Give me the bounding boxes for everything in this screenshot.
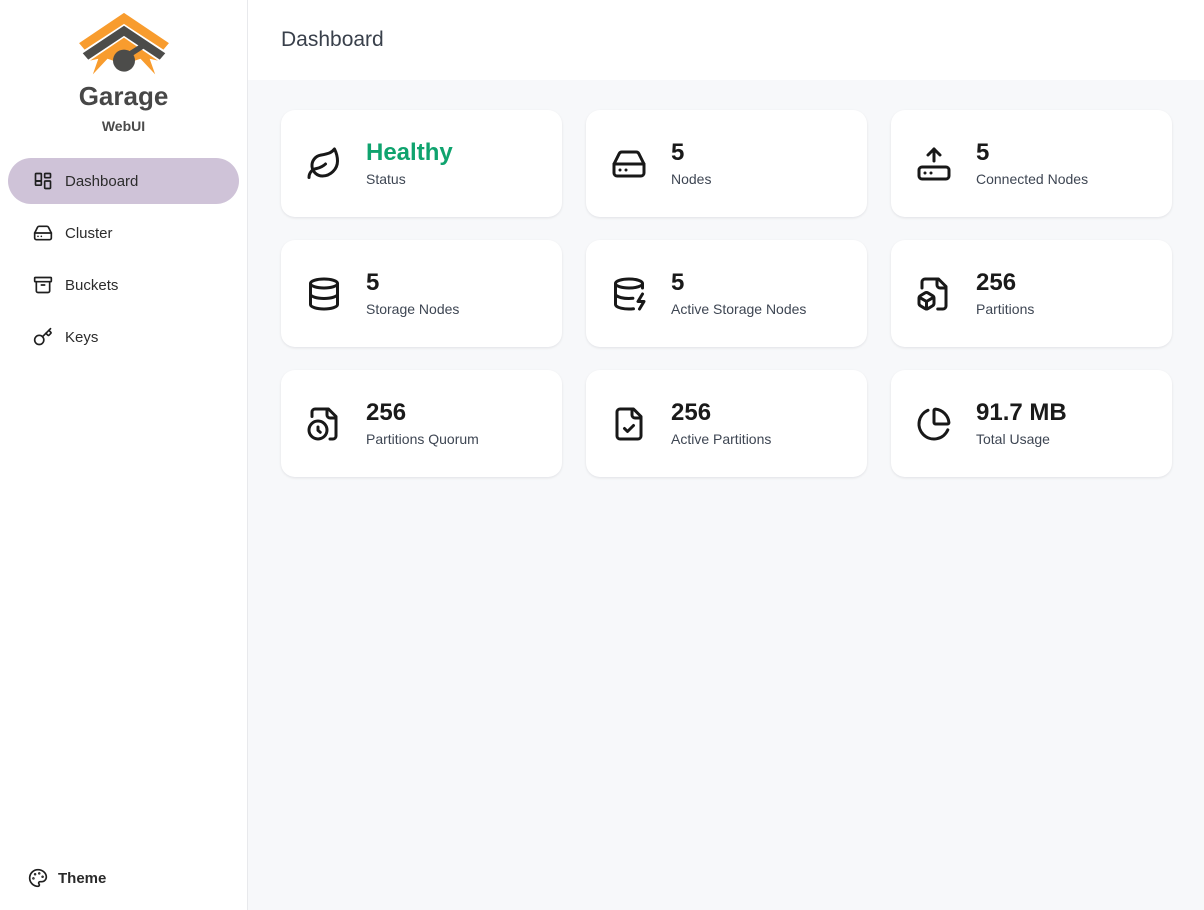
stat-text: 5 Active Storage Nodes <box>671 269 806 318</box>
hard-drive-icon <box>33 223 53 243</box>
stat-label: Active Storage Nodes <box>671 300 806 318</box>
stat-value: 5 <box>671 269 806 297</box>
stat-card-storage-nodes: 5 Storage Nodes <box>281 240 562 347</box>
sidebar-item-label: Dashboard <box>65 173 138 190</box>
app-subtitle: WebUI <box>0 118 247 134</box>
stat-card-active-partitions: 256 Active Partitions <box>586 370 867 477</box>
file-clock-icon <box>306 406 342 442</box>
stat-label: Partitions <box>976 300 1034 318</box>
stat-value: 256 <box>366 399 479 427</box>
garage-logo-icon <box>78 12 170 78</box>
sidebar-item-dashboard[interactable]: Dashboard <box>8 158 239 204</box>
topbar: Dashboard <box>248 0 1204 80</box>
sidebar-item-label: Cluster <box>65 225 113 242</box>
stat-label: Active Partitions <box>671 430 771 448</box>
app-window: Garage WebUI Dashboard <box>0 0 1204 910</box>
stat-card-partitions-quorum: 256 Partitions Quorum <box>281 370 562 477</box>
stat-label: Partitions Quorum <box>366 430 479 448</box>
main-area: Dashboard Healthy Status <box>248 0 1204 910</box>
stat-card-status: Healthy Status <box>281 110 562 217</box>
hard-drive-icon <box>611 146 647 182</box>
dashboard-content: Healthy Status 5 Node <box>248 80 1204 507</box>
sidebar-item-label: Buckets <box>65 277 118 294</box>
leaf-icon <box>306 146 342 182</box>
stat-value: 5 <box>366 269 459 297</box>
app-title: Garage <box>0 82 247 110</box>
sidebar-nav: Dashboard Cluster <box>0 158 247 360</box>
sidebar-item-keys[interactable]: Keys <box>8 314 239 360</box>
stat-card-connected-nodes: 5 Connected Nodes <box>891 110 1172 217</box>
sidebar: Garage WebUI Dashboard <box>0 0 248 910</box>
hard-drive-upload-icon <box>916 146 952 182</box>
stat-card-total-usage: 91.7 MB Total Usage <box>891 370 1172 477</box>
stat-value: 5 <box>976 139 1088 167</box>
stat-label: Storage Nodes <box>366 300 459 318</box>
stat-text: 256 Partitions Quorum <box>366 399 479 448</box>
theme-button[interactable]: Theme <box>8 862 239 894</box>
key-icon <box>33 327 53 347</box>
stat-value: Healthy <box>366 139 453 167</box>
stat-label: Nodes <box>671 170 711 188</box>
stat-value: 91.7 MB <box>976 399 1067 427</box>
stat-text: 91.7 MB Total Usage <box>976 399 1067 448</box>
database-zap-icon <box>611 276 647 312</box>
pie-chart-icon <box>916 406 952 442</box>
stat-card-nodes: 5 Nodes <box>586 110 867 217</box>
sidebar-item-cluster[interactable]: Cluster <box>8 210 239 256</box>
stat-card-active-storage-nodes: 5 Active Storage Nodes <box>586 240 867 347</box>
stat-value: 5 <box>671 139 711 167</box>
page-title: Dashboard <box>281 28 384 52</box>
stat-text: 256 Partitions <box>976 269 1034 318</box>
stat-text: Healthy Status <box>366 139 453 188</box>
sidebar-footer: Theme <box>0 862 247 910</box>
stat-label: Total Usage <box>976 430 1067 448</box>
stats-grid: Healthy Status 5 Node <box>281 110 1172 477</box>
sidebar-item-buckets[interactable]: Buckets <box>8 262 239 308</box>
stat-text: 5 Storage Nodes <box>366 269 459 318</box>
stat-value: 256 <box>976 269 1034 297</box>
layout-dashboard-icon <box>33 171 53 191</box>
stat-label: Connected Nodes <box>976 170 1088 188</box>
palette-icon <box>28 868 48 888</box>
database-icon <box>306 276 342 312</box>
stat-text: 5 Connected Nodes <box>976 139 1088 188</box>
stat-label: Status <box>366 170 453 188</box>
stat-card-partitions: 256 Partitions <box>891 240 1172 347</box>
file-box-icon <box>916 276 952 312</box>
stat-text: 256 Active Partitions <box>671 399 771 448</box>
archive-icon <box>33 275 53 295</box>
file-check-icon <box>611 406 647 442</box>
logo: Garage WebUI <box>0 0 247 134</box>
sidebar-item-label: Keys <box>65 329 98 346</box>
theme-label: Theme <box>58 870 106 887</box>
stat-text: 5 Nodes <box>671 139 711 188</box>
stat-value: 256 <box>671 399 771 427</box>
